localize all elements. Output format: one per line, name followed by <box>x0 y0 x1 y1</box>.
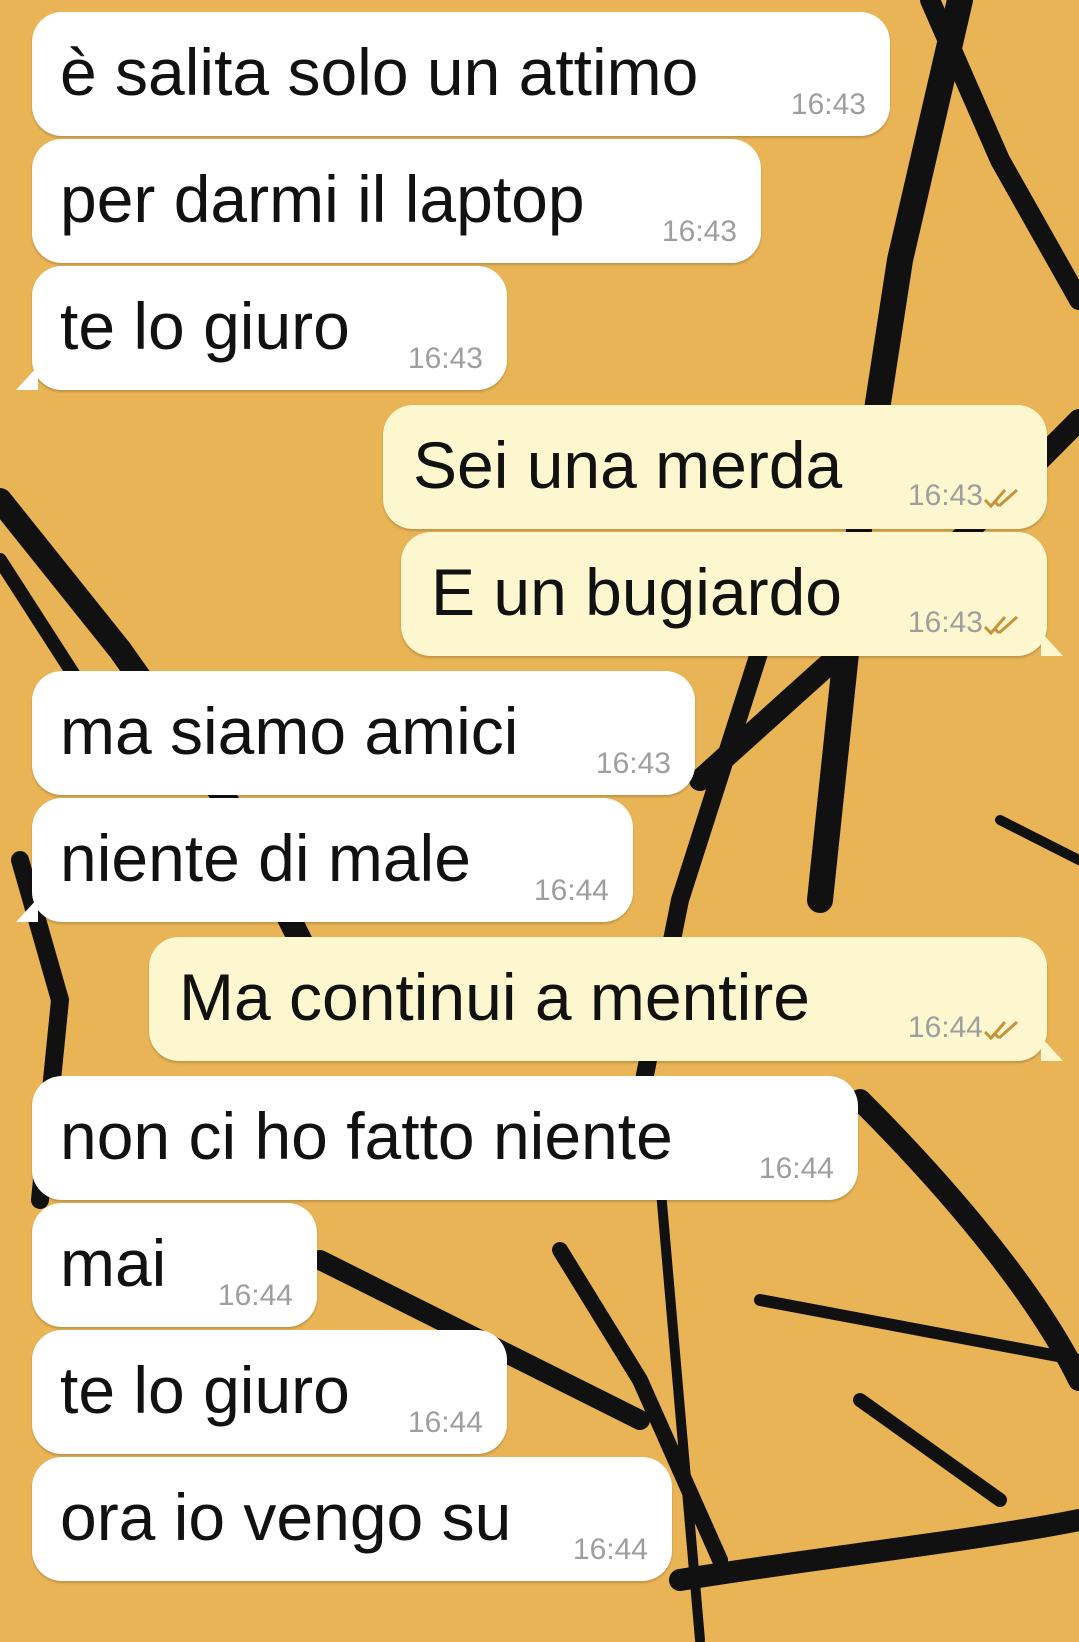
double-check-icon <box>983 488 1018 509</box>
message-time: 16:44 <box>217 1279 293 1312</box>
incoming-message[interactable]: ma siamo amici 16:43 <box>32 671 695 795</box>
message-time: 16:43 <box>790 88 866 121</box>
outgoing-message[interactable]: Sei una merda 16:43 <box>383 405 1047 529</box>
message-time: 16:44 <box>572 1533 648 1566</box>
message-text: Sei una merda <box>413 428 843 502</box>
message-time: 16:43 <box>595 747 671 780</box>
message-text: ma siamo amici <box>60 694 519 768</box>
incoming-message[interactable]: è salita solo un attimo 16:43 <box>32 12 890 136</box>
message-time: 16:44 <box>907 1011 983 1044</box>
message-text: te lo giuro <box>60 1353 350 1427</box>
message-text: te lo giuro <box>60 289 350 363</box>
message-text: E un bugiardo <box>431 555 842 629</box>
message-time: 16:43 <box>907 479 983 512</box>
message-text: mai <box>60 1226 167 1300</box>
double-check-icon <box>983 615 1018 636</box>
incoming-message[interactable]: non ci ho fatto niente 16:44 <box>32 1076 858 1200</box>
outgoing-message[interactable]: Ma continui a mentire 16:44 <box>149 937 1063 1061</box>
message-text: è salita solo un attimo <box>60 35 699 109</box>
incoming-message[interactable]: te lo giuro 16:44 <box>32 1330 507 1454</box>
message-text: Ma continui a mentire <box>179 960 810 1034</box>
incoming-message[interactable]: te lo giuro 16:43 <box>16 266 507 390</box>
message-text: ora io vengo su <box>60 1480 512 1554</box>
message-time: 16:43 <box>661 215 737 248</box>
incoming-message[interactable]: mai 16:44 <box>32 1203 317 1327</box>
incoming-message[interactable]: ora io vengo su 16:44 <box>32 1457 672 1581</box>
chat-message-list[interactable]: è salita solo un attimo 16:43 per darmi … <box>0 0 1079 1642</box>
message-time: 16:44 <box>758 1152 834 1185</box>
incoming-message[interactable]: per darmi il laptop 16:43 <box>32 139 761 263</box>
message-time: 16:44 <box>533 874 609 907</box>
message-time: 16:44 <box>407 1406 483 1439</box>
message-text: non ci ho fatto niente <box>60 1099 673 1173</box>
message-time: 16:43 <box>407 342 483 375</box>
message-time: 16:43 <box>907 606 983 639</box>
message-text: per darmi il laptop <box>60 162 585 236</box>
outgoing-message[interactable]: E un bugiardo 16:43 <box>401 532 1063 656</box>
incoming-message[interactable]: niente di male 16:44 <box>16 798 633 922</box>
message-text: niente di male <box>60 821 471 895</box>
double-check-icon <box>983 1020 1018 1041</box>
